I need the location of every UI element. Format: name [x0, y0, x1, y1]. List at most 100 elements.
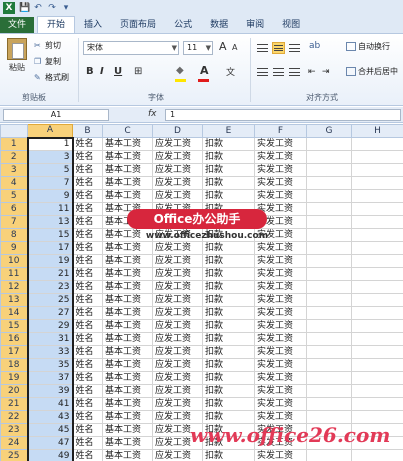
cell-d[interactable]: 应发工资 [152, 189, 203, 203]
indent-increase-icon[interactable]: ⇥ [322, 67, 330, 77]
phonetic-button[interactable]: 文 [226, 65, 235, 78]
name-box[interactable]: A1 [3, 109, 109, 121]
font-size-select[interactable]: 11 ▼ [183, 41, 213, 55]
column-header-b[interactable]: B [72, 124, 103, 138]
cell-b[interactable]: 姓名 [72, 358, 103, 372]
row-header[interactable]: 16 [0, 332, 28, 346]
font-name-select[interactable]: 宋体 ▼ [83, 41, 179, 55]
align-middle-icon[interactable] [272, 42, 285, 54]
cell-f[interactable]: 实发工资 [254, 267, 307, 281]
cell-a[interactable]: 49 [26, 449, 74, 461]
column-header-f[interactable]: F [254, 124, 307, 138]
cell-d[interactable]: 应发工资 [152, 163, 203, 177]
cell-g[interactable] [306, 358, 352, 372]
column-header-h[interactable]: H [351, 124, 403, 138]
tab-home[interactable]: 开始 [37, 16, 76, 33]
cell-g[interactable] [306, 293, 352, 307]
cell-g[interactable] [306, 202, 352, 216]
cell-h[interactable] [351, 345, 403, 359]
cell-g[interactable] [306, 215, 352, 229]
format-painter-button[interactable]: ✎ 格式刷 [34, 72, 69, 83]
cell-b[interactable]: 姓名 [72, 163, 103, 177]
cell-a[interactable]: 9 [26, 189, 74, 203]
cell-a[interactable]: 5 [26, 163, 74, 177]
cell-b[interactable]: 姓名 [72, 371, 103, 385]
cell-c[interactable]: 基本工资 [102, 319, 153, 333]
wrap-text-button[interactable]: 自动换行 [346, 41, 390, 52]
cell-g[interactable] [306, 384, 352, 398]
cell-e[interactable]: 扣款 [202, 150, 255, 164]
cell-c[interactable]: 基本工资 [102, 150, 153, 164]
cell-a[interactable]: 21 [26, 267, 74, 281]
cell-f[interactable]: 实发工资 [254, 345, 307, 359]
row-header[interactable]: 7 [0, 215, 28, 229]
cell-g[interactable] [306, 397, 352, 411]
cell-a[interactable]: 23 [26, 280, 74, 294]
cell-g[interactable] [306, 267, 352, 281]
row-header[interactable]: 5 [0, 189, 28, 203]
align-left-icon[interactable] [256, 66, 269, 78]
cell-c[interactable]: 基本工资 [102, 163, 153, 177]
cell-d[interactable]: 应发工资 [152, 332, 203, 346]
cell-f[interactable]: 实发工资 [254, 137, 307, 151]
cell-g[interactable] [306, 254, 352, 268]
indent-decrease-icon[interactable]: ⇤ [308, 67, 316, 77]
cell-d[interactable]: 应发工资 [152, 254, 203, 268]
cell-e[interactable]: 扣款 [202, 241, 255, 255]
cell-d[interactable]: 应发工资 [152, 267, 203, 281]
cell-h[interactable] [351, 449, 403, 461]
row-header[interactable]: 4 [0, 176, 28, 190]
cell-b[interactable]: 姓名 [72, 423, 103, 437]
row-header[interactable]: 6 [0, 202, 28, 216]
row-header[interactable]: 23 [0, 423, 28, 437]
cell-e[interactable]: 扣款 [202, 371, 255, 385]
cell-c[interactable]: 基本工资 [102, 436, 153, 450]
cell-c[interactable]: 基本工资 [102, 384, 153, 398]
cell-d[interactable]: 应发工资 [152, 371, 203, 385]
cell-h[interactable] [351, 202, 403, 216]
cell-b[interactable]: 姓名 [72, 176, 103, 190]
cell-f[interactable]: 实发工资 [254, 176, 307, 190]
column-header-c[interactable]: C [102, 124, 153, 138]
row-header[interactable]: 9 [0, 241, 28, 255]
cell-c[interactable]: 基本工资 [102, 176, 153, 190]
column-header-d[interactable]: D [152, 124, 203, 138]
cell-g[interactable] [306, 280, 352, 294]
cell-g[interactable] [306, 137, 352, 151]
italic-button[interactable]: I [100, 66, 104, 77]
cell-g[interactable] [306, 345, 352, 359]
row-header[interactable]: 17 [0, 345, 28, 359]
cell-b[interactable]: 姓名 [72, 202, 103, 216]
column-header-g[interactable]: G [306, 124, 352, 138]
cell-f[interactable]: 实发工资 [254, 254, 307, 268]
cell-b[interactable]: 姓名 [72, 228, 103, 242]
cell-h[interactable] [351, 150, 403, 164]
cell-d[interactable]: 应发工资 [152, 241, 203, 255]
tab-view[interactable]: 视图 [273, 17, 309, 33]
merge-center-button[interactable]: 合并后居中 [346, 66, 398, 77]
customize-toolbar-icon[interactable]: ▾ [61, 3, 71, 13]
row-header[interactable]: 12 [0, 280, 28, 294]
cell-c[interactable]: 基本工资 [102, 371, 153, 385]
cell-e[interactable]: 扣款 [202, 267, 255, 281]
cell-f[interactable]: 实发工资 [254, 358, 307, 372]
cell-a[interactable]: 41 [26, 397, 74, 411]
cell-b[interactable]: 姓名 [72, 332, 103, 346]
cell-a[interactable]: 31 [26, 332, 74, 346]
excel-app-icon[interactable]: X [3, 2, 15, 14]
cell-c[interactable]: 基本工资 [102, 254, 153, 268]
cell-b[interactable]: 姓名 [72, 345, 103, 359]
row-header[interactable]: 2 [0, 150, 28, 164]
cell-e[interactable]: 扣款 [202, 358, 255, 372]
cell-f[interactable]: 实发工资 [254, 306, 307, 320]
cell-g[interactable] [306, 189, 352, 203]
cell-g[interactable] [306, 410, 352, 424]
align-top-icon[interactable] [256, 42, 269, 54]
cell-b[interactable]: 姓名 [72, 280, 103, 294]
cell-a[interactable]: 13 [26, 215, 74, 229]
cell-c[interactable]: 基本工资 [102, 397, 153, 411]
cell-b[interactable]: 姓名 [72, 397, 103, 411]
cell-d[interactable]: 应发工资 [152, 150, 203, 164]
cell-a[interactable]: 45 [26, 423, 74, 437]
cell-h[interactable] [351, 254, 403, 268]
